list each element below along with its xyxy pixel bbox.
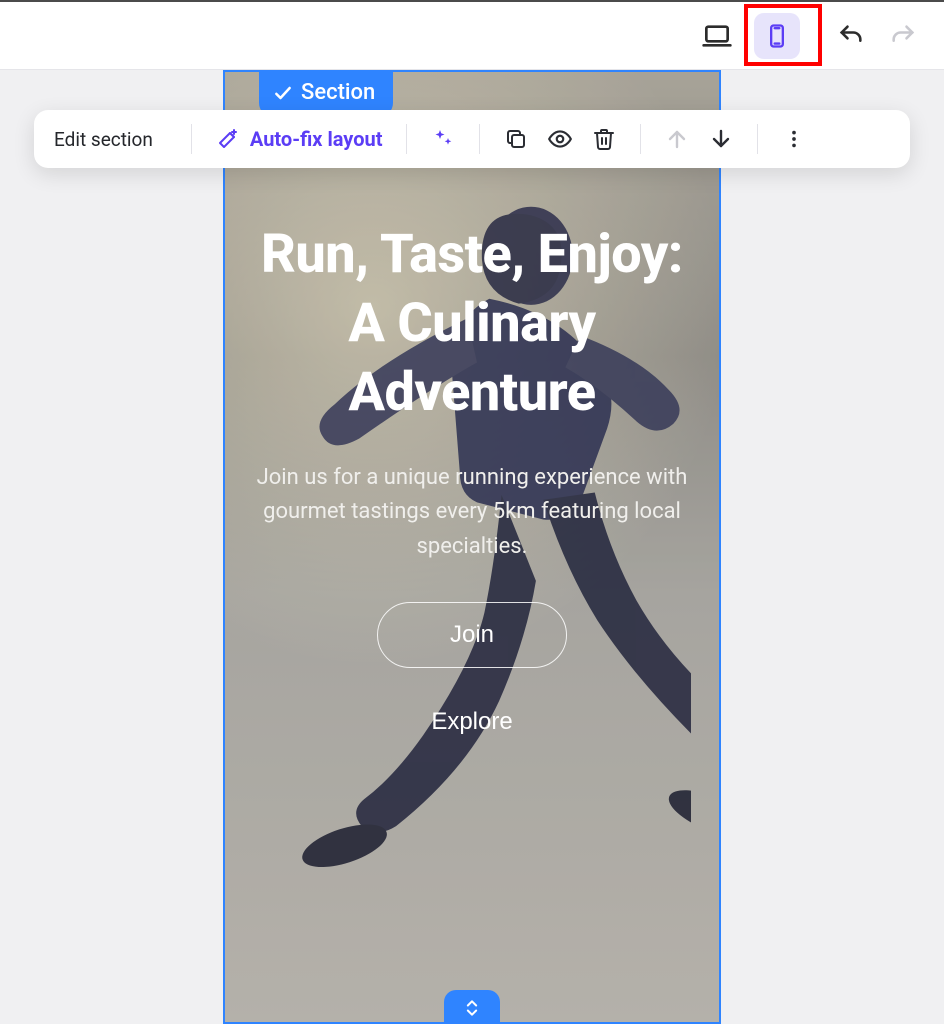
laptop-icon [701, 20, 733, 52]
more-vertical-icon [783, 128, 805, 150]
toolbar-separator [406, 124, 407, 154]
edit-section-button[interactable]: Edit section [54, 128, 153, 151]
arrow-up-icon [665, 127, 689, 151]
explore-button[interactable]: Explore [431, 708, 512, 736]
join-button[interactable]: Join [377, 602, 567, 668]
move-down-button[interactable] [701, 119, 741, 159]
redo-button[interactable] [886, 19, 920, 53]
visibility-button[interactable] [540, 119, 580, 159]
magic-wand-icon [216, 127, 240, 151]
eye-icon [547, 126, 573, 152]
ai-sparkle-button[interactable] [423, 119, 463, 159]
toolbar-separator [191, 124, 192, 154]
redo-icon [889, 22, 917, 50]
check-icon [273, 83, 293, 103]
section-tag-label: Section [301, 80, 375, 105]
undo-button[interactable] [834, 19, 868, 53]
hero-content: Run, Taste, Enjoy: A Culinary Adventure … [223, 220, 721, 736]
toolbar-separator [479, 124, 480, 154]
device-desktop-button[interactable] [694, 13, 740, 59]
toolbar-separator [640, 124, 641, 154]
auto-fix-label: Auto-fix layout [250, 127, 383, 151]
hero-subtitle[interactable]: Join us for a unique running experience … [252, 461, 692, 563]
undo-redo-group [834, 19, 920, 53]
delete-button[interactable] [584, 119, 624, 159]
section-edit-toolbar: Edit section Auto-fix layout [34, 110, 910, 168]
auto-fix-layout-button[interactable]: Auto-fix layout [208, 121, 391, 157]
device-mobile-button[interactable] [754, 13, 800, 59]
hero-title[interactable]: Run, Taste, Enjoy: A Culinary Adventure [249, 220, 695, 427]
smartphone-icon [763, 22, 791, 50]
sparkles-icon [431, 127, 455, 151]
toolbar-separator [757, 124, 758, 154]
top-toolbar [0, 0, 944, 70]
duplicate-button[interactable] [496, 119, 536, 159]
section-resize-handle[interactable] [444, 990, 500, 1024]
undo-icon [837, 22, 865, 50]
trash-icon [592, 127, 616, 151]
arrow-down-icon [709, 127, 733, 151]
device-switcher [694, 13, 800, 59]
move-up-button[interactable] [657, 119, 697, 159]
more-options-button[interactable] [774, 119, 814, 159]
copy-icon [504, 127, 528, 151]
resize-vertical-icon [462, 997, 482, 1019]
mobile-preview-frame[interactable]: Section Run, Taste, Enjoy: A Culinary Ad… [223, 70, 721, 1024]
canvas-area: Section Run, Taste, Enjoy: A Culinary Ad… [0, 70, 944, 1024]
